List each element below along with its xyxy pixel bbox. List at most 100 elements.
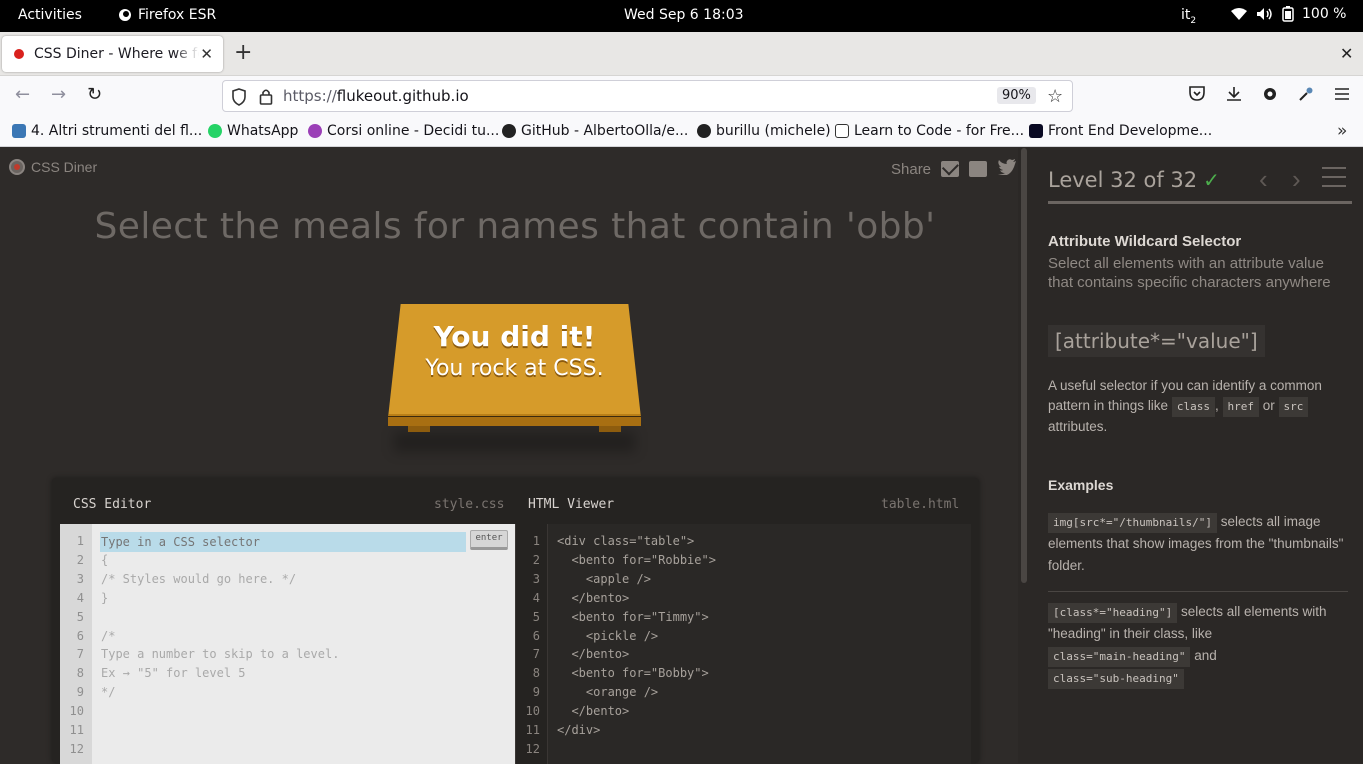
system-top-bar: Activities Firefox ESR Wed Sep 6 18:03 i… — [0, 0, 1363, 32]
zoom-indicator[interactable]: 90% — [997, 87, 1036, 104]
bookmark-star-icon[interactable]: ☆ — [1047, 86, 1063, 107]
tab-css-diner[interactable]: CSS Diner - Where we feast on CSS ✕ — [2, 36, 223, 72]
code-line: <pickle /> — [557, 628, 659, 643]
freecodecamp-icon — [835, 124, 849, 138]
code-line: </div> — [557, 723, 601, 737]
page-content: CSS Diner Share Select the meals for nam… — [0, 148, 1363, 764]
enter-button[interactable]: enter — [470, 530, 508, 550]
whatsapp-icon — [208, 124, 222, 138]
keyboard-layout-sub: 2 — [1190, 15, 1197, 26]
new-tab-button[interactable]: + — [234, 42, 252, 64]
line-number: 1 — [532, 534, 540, 548]
bookmark-label: GitHub - AlbertoOlla/e... — [521, 123, 689, 139]
selector-hint: A useful selector if you can identify a … — [1048, 376, 1338, 437]
table-shadow — [394, 432, 635, 452]
close-tab-icon[interactable]: ✕ — [200, 45, 213, 63]
tab-title: CSS Diner - Where we feast on CSS — [34, 46, 199, 62]
forward-arrow-icon[interactable]: → — [51, 86, 66, 104]
tracking-shield-icon[interactable] — [231, 88, 247, 106]
line-number: 6 — [76, 628, 84, 643]
line-number: 7 — [76, 647, 84, 662]
brand-name: CSS Diner — [31, 159, 98, 175]
downloads-icon[interactable] — [1226, 86, 1242, 106]
code-line: <bento for="Bobby"> — [557, 666, 709, 681]
scrollbar-thumb[interactable] — [1021, 148, 1027, 583]
reload-icon[interactable]: ↻ — [87, 86, 102, 104]
share-label: Share — [891, 160, 932, 178]
system-menu[interactable]: 100 % — [1230, 6, 1346, 22]
example-code: [class*="heading"] — [1048, 603, 1178, 623]
url-text[interactable]: https://flukeout.github.io — [283, 87, 469, 105]
example-code: class="sub-heading" — [1048, 669, 1184, 689]
code-line: <bento for="Robbie"> — [557, 552, 716, 567]
level-instruction: Select the meals for names that contain … — [94, 206, 936, 247]
address-bar[interactable]: https://flukeout.github.io 90% ☆ — [222, 80, 1073, 112]
activities-button[interactable]: Activities — [18, 7, 82, 23]
code-line: } — [101, 590, 109, 605]
battery-level: 100 % — [1302, 6, 1347, 22]
close-window-icon[interactable]: ✕ — [1340, 44, 1353, 63]
brand[interactable]: CSS Diner — [9, 159, 97, 175]
level-progress-fill — [1048, 201, 1352, 204]
facebook-icon[interactable] — [969, 161, 988, 177]
bookmark-label: Learn to Code - for Fre... — [854, 123, 1025, 139]
bookmark-label: WhatsApp — [227, 123, 299, 139]
previous-level-icon[interactable]: ‹ — [1259, 166, 1268, 192]
win-message-title: You did it! — [433, 320, 596, 353]
table-leg — [408, 426, 430, 432]
css-diner-favicon-icon — [14, 49, 24, 59]
lock-icon[interactable] — [259, 88, 273, 105]
bookmark-item[interactable]: burillu (michele) — [697, 123, 831, 139]
github-icon — [502, 124, 516, 138]
level-sidebar: Level 32 of 32 ✓ ‹ › Attribute Wildcard … — [1030, 148, 1363, 763]
line-number: 7 — [532, 647, 540, 662]
example-text: and — [1194, 648, 1217, 663]
line-number: 11 — [69, 723, 84, 737]
more-bookmarks-icon[interactable]: » — [1337, 121, 1347, 141]
bookmark-item[interactable]: 4. Altri strumenti del fl... — [12, 123, 202, 139]
code-editor: CSS Editor style.css HTML Viewer table.h… — [52, 478, 979, 764]
back-arrow-icon[interactable]: ← — [15, 86, 30, 104]
code-line: Type a number to skip to a level. — [101, 647, 340, 662]
pocket-icon[interactable] — [1189, 86, 1205, 105]
twitter-icon[interactable] — [997, 159, 1017, 179]
line-number: 12 — [69, 741, 84, 756]
line-number: 12 — [525, 741, 540, 756]
courses-icon — [308, 124, 322, 138]
code-line: { — [101, 552, 109, 567]
app-menu[interactable]: Firefox ESR — [118, 7, 216, 23]
code-line: */ — [101, 685, 116, 700]
hint-text: attributes. — [1048, 419, 1108, 434]
clock[interactable]: Wed Sep 6 18:03 — [624, 7, 744, 23]
code-line: <orange /> — [557, 685, 659, 700]
hint-tag: src — [1278, 397, 1309, 417]
page-scrollbar[interactable] — [1018, 148, 1030, 763]
code-line: </bento> — [557, 704, 630, 719]
css-selector-input[interactable] — [100, 532, 466, 552]
bookmark-item[interactable]: Corsi online - Decidi tu... — [308, 123, 499, 139]
bookmark-item[interactable]: Learn to Code - for Fre... — [835, 123, 1024, 139]
extension-icon[interactable] — [1262, 86, 1278, 106]
bookmarks-toolbar: 4. Altri strumenti del fl... WhatsApp Co… — [0, 116, 1363, 147]
example-code: class="main-heading" — [1048, 647, 1191, 667]
bookmark-item[interactable]: Front End Developme... — [1029, 123, 1212, 139]
level-menu-icon[interactable] — [1322, 167, 1346, 189]
line-number: 3 — [532, 571, 540, 586]
bookmark-item[interactable]: WhatsApp — [208, 123, 298, 139]
bookmark-label: Corsi online - Decidi tu... — [327, 123, 500, 139]
bookmark-item[interactable]: GitHub - AlbertoOlla/e... — [502, 123, 688, 139]
eyedropper-icon[interactable] — [1298, 86, 1314, 106]
next-level-icon[interactable]: › — [1292, 166, 1301, 192]
line-number: 2 — [532, 552, 540, 567]
share-bar: Share — [891, 159, 1017, 179]
line-number: 8 — [76, 666, 84, 681]
hamburger-menu-icon[interactable] — [1334, 86, 1350, 105]
tab-strip: CSS Diner - Where we feast on CSS ✕ + ✕ — [0, 32, 1363, 76]
line-number: 9 — [532, 685, 540, 700]
code-line: <div class="table"> — [557, 534, 695, 548]
email-icon[interactable] — [941, 161, 960, 177]
line-number: 4 — [76, 590, 84, 605]
level-header: Level 32 of 32 ✓ — [1048, 168, 1220, 192]
keyboard-layout[interactable]: it2 — [1181, 7, 1196, 26]
python-icon — [12, 124, 26, 138]
